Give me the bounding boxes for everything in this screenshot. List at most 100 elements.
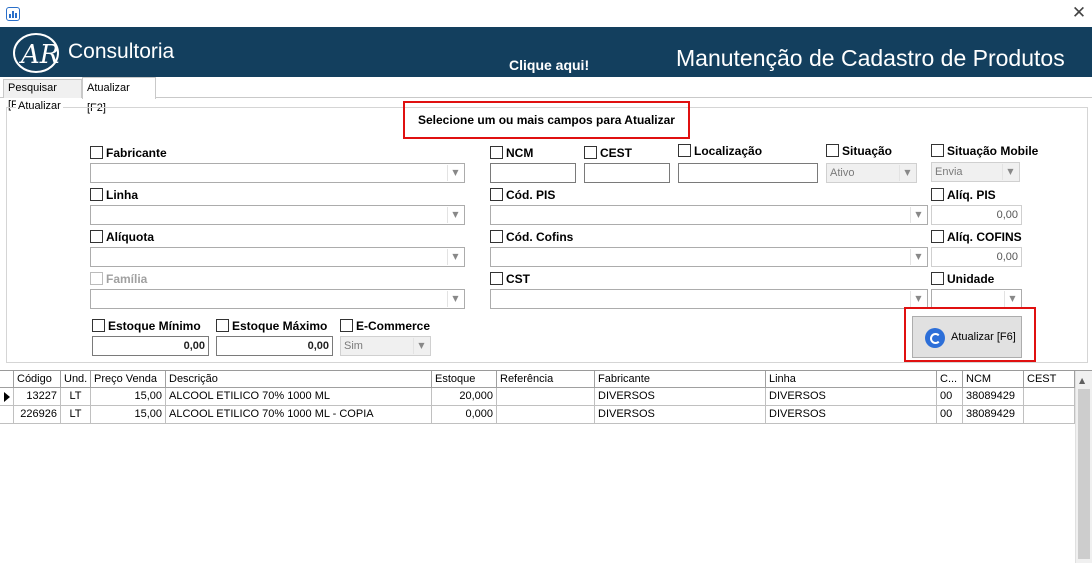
ecommerce-select[interactable]: Sim ▼ (340, 336, 431, 356)
chevron-down-icon[interactable]: ▼ (447, 207, 463, 223)
table-cell[interactable]: DIVERSOS (766, 406, 937, 424)
column-header-referencia[interactable]: Referência (497, 371, 595, 388)
estoque-maximo-input[interactable]: 0,00 (216, 336, 333, 356)
scroll-up-icon[interactable]: ▲ (1079, 376, 1085, 385)
cest-checkbox[interactable]: CEST (584, 146, 632, 160)
table-cell[interactable]: 13227 (14, 388, 61, 406)
checkbox-box[interactable] (931, 272, 944, 285)
aliquota-checkbox[interactable]: Alíquota (90, 230, 154, 244)
table-cell[interactable]: 20,000 (432, 388, 497, 406)
table-cell[interactable]: DIVERSOS (595, 388, 766, 406)
chevron-down-icon[interactable]: ▼ (910, 249, 926, 265)
checkbox-box[interactable] (92, 319, 105, 332)
situacao-select[interactable]: Ativo ▼ (826, 163, 917, 183)
checkbox-box[interactable] (90, 146, 103, 159)
vertical-scrollbar[interactable]: ▲ (1075, 371, 1092, 563)
situacao-checkbox[interactable]: Situação (826, 144, 892, 158)
table-cell[interactable] (1024, 406, 1075, 424)
fabricante-checkbox[interactable]: Fabricante (90, 146, 167, 160)
column-header-und[interactable]: Und. (61, 371, 91, 388)
checkbox-box[interactable] (90, 230, 103, 243)
checkbox-box[interactable] (490, 272, 503, 285)
checkbox-box[interactable] (931, 144, 944, 157)
table-cell[interactable]: LT (61, 406, 91, 424)
aliq-cofins-checkbox[interactable]: Alíq. COFINS (931, 230, 1022, 244)
fabricante-select[interactable]: ▼ (90, 163, 465, 183)
localizacao-checkbox[interactable]: Localização (678, 144, 762, 158)
cst-checkbox[interactable]: CST (490, 272, 530, 286)
checkbox-box[interactable] (490, 188, 503, 201)
column-header-preco-venda[interactable]: Preço Venda (91, 371, 166, 388)
column-header-linha[interactable]: Linha (766, 371, 937, 388)
checkbox-box[interactable] (826, 144, 839, 157)
chevron-down-icon[interactable]: ▼ (899, 165, 915, 181)
table-cell[interactable]: 0,000 (432, 406, 497, 424)
chevron-down-icon[interactable]: ▼ (910, 291, 926, 307)
checkbox-box[interactable] (931, 188, 944, 201)
checkbox-box[interactable] (340, 319, 353, 332)
checkbox-box[interactable] (678, 144, 691, 157)
table-cell[interactable]: 00 (937, 406, 963, 424)
column-header-ncm[interactable]: NCM (963, 371, 1024, 388)
tab-atualizar[interactable]: Atualizar [F2] (82, 77, 156, 114)
cod-pis-select[interactable]: ▼ (490, 205, 928, 225)
aliq-pis-input[interactable]: 0,00 (931, 205, 1022, 225)
cod-cofins-select[interactable]: ▼ (490, 247, 928, 267)
scrollbar-thumb[interactable] (1078, 389, 1090, 559)
localizacao-input[interactable] (678, 163, 818, 183)
column-header-c[interactable]: C... (937, 371, 963, 388)
cst-select[interactable]: ▼ (490, 289, 928, 309)
unidade-select[interactable]: ▼ (931, 289, 1022, 309)
cod-cofins-checkbox[interactable]: Cód. Cofins (490, 230, 573, 244)
familia-select[interactable]: ▼ (90, 289, 465, 309)
situacao-mobile-select[interactable]: Envia ▼ (931, 162, 1020, 182)
tab-pesquisar[interactable]: Pesquisar [F1] (3, 79, 82, 111)
clique-aqui-link[interactable]: Clique aqui! (509, 57, 589, 73)
checkbox-box[interactable] (584, 146, 597, 159)
column-header-cest[interactable]: CEST (1024, 371, 1075, 388)
close-icon[interactable]: ✕ (1070, 3, 1088, 23)
column-header-descricao[interactable]: Descrição (166, 371, 432, 388)
checkbox-box[interactable] (90, 188, 103, 201)
checkbox-box[interactable] (216, 319, 229, 332)
table-cell[interactable]: 38089429 (963, 406, 1024, 424)
table-cell[interactable]: 226926 (14, 406, 61, 424)
aliquota-select[interactable]: ▼ (90, 247, 465, 267)
cest-input[interactable] (584, 163, 670, 183)
table-cell[interactable]: ALCOOL ETILICO 70% 1000 ML - COPIA (166, 406, 432, 424)
aliq-cofins-input[interactable]: 0,00 (931, 247, 1022, 267)
cod-pis-checkbox[interactable]: Cód. PIS (490, 188, 555, 202)
linha-select[interactable]: ▼ (90, 205, 465, 225)
column-header-estoque[interactable]: Estoque (432, 371, 497, 388)
table-cell[interactable]: 38089429 (963, 388, 1024, 406)
chevron-down-icon[interactable]: ▼ (413, 338, 429, 354)
checkbox-box[interactable] (931, 230, 944, 243)
linha-checkbox[interactable]: Linha (90, 188, 138, 202)
table-cell[interactable] (1024, 388, 1075, 406)
table-cell[interactable]: DIVERSOS (766, 388, 937, 406)
table-cell[interactable]: LT (61, 388, 91, 406)
checkbox-box[interactable] (490, 230, 503, 243)
table-cell[interactable]: ALCOOL ETILICO 70% 1000 ML (166, 388, 432, 406)
chevron-down-icon[interactable]: ▼ (447, 165, 463, 181)
chevron-down-icon[interactable]: ▼ (1004, 291, 1020, 307)
table-cell[interactable]: 15,00 (91, 388, 166, 406)
column-header-fabricante[interactable]: Fabricante (595, 371, 766, 388)
estoque-maximo-checkbox[interactable]: Estoque Máximo (216, 319, 327, 333)
table-cell[interactable]: 00 (937, 388, 963, 406)
ecommerce-checkbox[interactable]: E-Commerce (340, 319, 430, 333)
chevron-down-icon[interactable]: ▼ (447, 249, 463, 265)
estoque-minimo-checkbox[interactable]: Estoque Mínimo (92, 319, 201, 333)
atualizar-button[interactable]: Atualizar [F6] (912, 316, 1022, 358)
table-cell[interactable] (497, 406, 595, 424)
unidade-checkbox[interactable]: Unidade (931, 272, 994, 286)
situacao-mobile-checkbox[interactable]: Situação Mobile (931, 144, 1038, 158)
ncm-checkbox[interactable]: NCM (490, 146, 533, 160)
ncm-input[interactable] (490, 163, 576, 183)
estoque-minimo-input[interactable]: 0,00 (92, 336, 209, 356)
aliq-pis-checkbox[interactable]: Alíq. PIS (931, 188, 996, 202)
table-cell[interactable] (497, 388, 595, 406)
row-indicator[interactable] (0, 388, 14, 406)
chevron-down-icon[interactable]: ▼ (1002, 164, 1018, 180)
checkbox-box[interactable] (490, 146, 503, 159)
